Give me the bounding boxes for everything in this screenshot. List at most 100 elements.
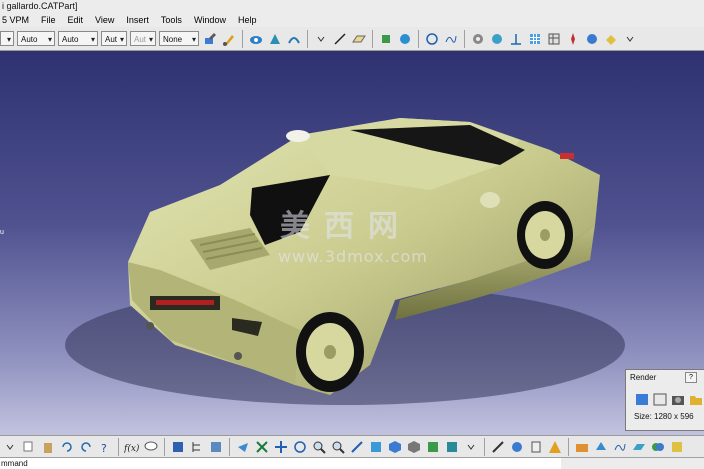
swap-space-icon[interactable] <box>444 439 460 455</box>
menu-insert[interactable]: Insert <box>120 15 155 25</box>
render-folder-icon[interactable] <box>688 392 703 406</box>
svg-text:f(x): f(x) <box>124 443 140 454</box>
menu-vpm[interactable]: 5 VPM <box>0 15 35 25</box>
line-thickness-combo[interactable]: Auto <box>58 31 98 47</box>
help-icon[interactable]: ? <box>97 439 113 455</box>
menu-bar: 5 VPM File Edit View Insert Tools Window… <box>0 13 704 27</box>
separator <box>372 29 373 48</box>
paste-icon[interactable] <box>40 439 56 455</box>
transparency-combo[interactable]: Auto <box>17 31 55 47</box>
swap-visible-icon[interactable] <box>267 31 283 47</box>
fly-mode-icon[interactable] <box>235 439 251 455</box>
render-icon[interactable] <box>669 439 685 455</box>
render-style-combo[interactable]: None <box>159 31 199 47</box>
part-body-icon[interactable] <box>593 439 609 455</box>
shading-icon[interactable] <box>406 439 422 455</box>
tree-icon[interactable] <box>189 439 205 455</box>
join-icon[interactable] <box>650 439 666 455</box>
menu-window[interactable]: Window <box>188 15 232 25</box>
status-bar: mmand <box>0 457 704 469</box>
redo-icon[interactable] <box>78 439 94 455</box>
painter-icon[interactable] <box>202 31 218 47</box>
rotate-icon[interactable] <box>292 439 308 455</box>
separator <box>484 437 485 456</box>
render-capture-icon[interactable] <box>670 392 685 406</box>
chevron-down-icon[interactable] <box>2 439 18 455</box>
watermark-url: www.3dmox.com <box>278 247 428 266</box>
separator <box>464 29 465 48</box>
measure-icon[interactable] <box>470 31 486 47</box>
render-toolbar-panel: Render ? Size: 1280 x 596 <box>625 369 704 431</box>
render-settings-icon[interactable] <box>652 392 667 406</box>
properties-icon[interactable] <box>528 439 544 455</box>
separator <box>242 29 243 48</box>
multi-view-icon[interactable] <box>368 439 384 455</box>
sketcher-icon[interactable] <box>490 439 506 455</box>
analysis-icon[interactable] <box>489 31 505 47</box>
table-icon[interactable] <box>546 31 562 47</box>
undo-icon[interactable] <box>59 439 75 455</box>
hide-show-icon[interactable] <box>248 31 264 47</box>
zoom-out-icon[interactable] <box>330 439 346 455</box>
catalog-icon[interactable] <box>208 439 224 455</box>
pan-icon[interactable] <box>273 439 289 455</box>
svg-text:?: ? <box>101 442 107 454</box>
zoom-in-icon[interactable] <box>311 439 327 455</box>
axis-icon[interactable] <box>508 31 524 47</box>
separator <box>418 29 419 48</box>
material-icon[interactable] <box>584 31 600 47</box>
color-combo[interactable] <box>0 31 14 47</box>
menu-help[interactable]: Help <box>232 15 263 25</box>
table-icon[interactable] <box>170 439 186 455</box>
knowledge-icon[interactable] <box>574 439 590 455</box>
render-icons <box>634 392 703 406</box>
chevron-down-icon[interactable] <box>313 31 329 47</box>
brush-icon[interactable] <box>221 31 237 47</box>
separator <box>568 437 569 456</box>
copy-icon[interactable] <box>21 439 37 455</box>
extrude-icon[interactable] <box>378 31 394 47</box>
formula-icon[interactable]: f(x) <box>124 439 140 455</box>
sketch-icon[interactable] <box>286 31 302 47</box>
render-panel-help-button[interactable]: ? <box>685 372 697 383</box>
window-title: i gallardo.CATPart] <box>0 0 704 13</box>
standard-toolbar: ? f(x) <box>0 435 704 457</box>
comment-icon[interactable] <box>143 439 159 455</box>
graphic-properties-toolbar: Auto Auto Aut Aut None <box>0 27 704 51</box>
plane-icon[interactable] <box>351 31 367 47</box>
chevron-down-icon[interactable] <box>463 439 479 455</box>
separator <box>164 437 165 456</box>
surface-icon[interactable] <box>631 439 647 455</box>
point-symbol-combo[interactable]: Aut <box>130 31 156 47</box>
separator <box>229 437 230 456</box>
3d-viewport[interactable]: u 美西网 www.3dmox.com <box>0 51 704 435</box>
compass-icon[interactable] <box>565 31 581 47</box>
render-image-icon[interactable] <box>634 392 649 406</box>
compass-reset-icon[interactable] <box>509 439 525 455</box>
apply-material-icon[interactable] <box>603 31 619 47</box>
render-panel-title: Render <box>630 373 657 382</box>
spline-icon[interactable] <box>612 439 628 455</box>
chevron-down-icon[interactable] <box>622 31 638 47</box>
command-input[interactable]: mmand <box>0 458 561 469</box>
hide-icon[interactable] <box>425 439 441 455</box>
grid-icon[interactable] <box>527 31 543 47</box>
menu-view[interactable]: View <box>89 15 120 25</box>
menu-tools[interactable]: Tools <box>155 15 188 25</box>
fit-all-icon[interactable] <box>254 439 270 455</box>
iso-view-icon[interactable] <box>387 439 403 455</box>
separator <box>118 437 119 456</box>
menu-file[interactable]: File <box>35 15 62 25</box>
line-icon[interactable] <box>332 31 348 47</box>
circle-icon[interactable] <box>424 31 440 47</box>
warning-icon[interactable] <box>547 439 563 455</box>
menu-edit[interactable]: Edit <box>62 15 90 25</box>
spline-icon[interactable] <box>443 31 459 47</box>
separator <box>307 29 308 48</box>
normal-view-icon[interactable] <box>349 439 365 455</box>
render-size-label: Size: 1280 x 596 <box>634 412 694 421</box>
watermark-logo: 美西网 <box>280 209 412 244</box>
linetype-combo[interactable]: Aut <box>101 31 127 47</box>
revolve-icon[interactable] <box>397 31 413 47</box>
left-edge-label: u <box>0 229 4 236</box>
